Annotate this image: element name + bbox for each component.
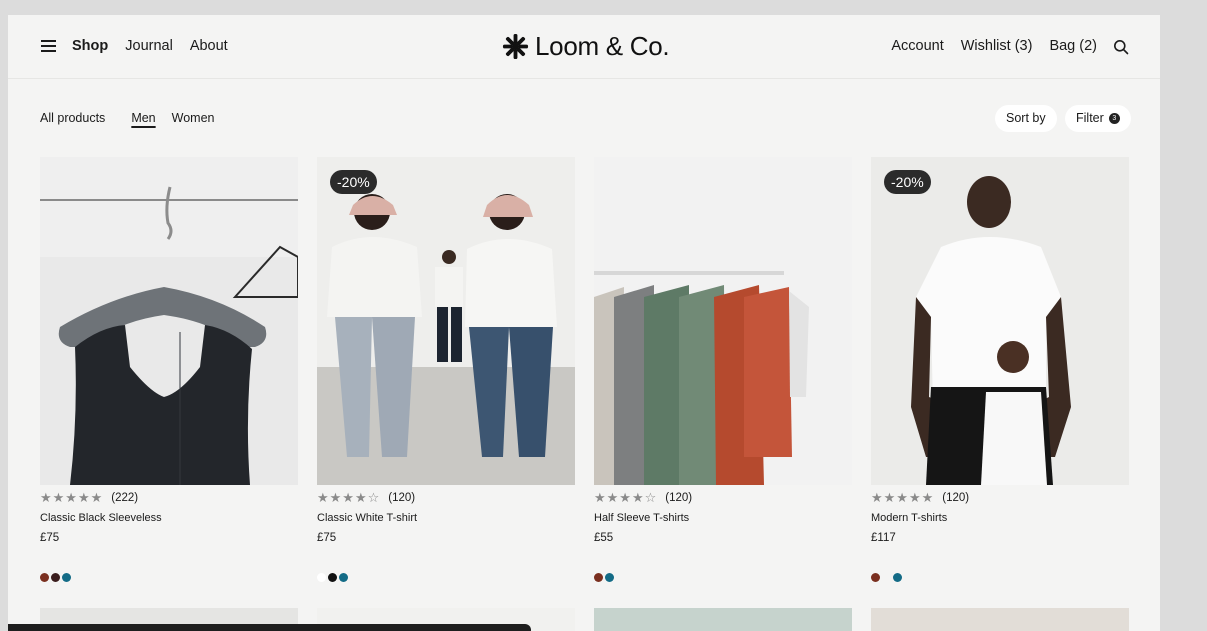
filter-button[interactable]: Filter 3 — [1065, 105, 1131, 132]
product-card[interactable]: ★★★★☆ (120) Half Sleeve T-shirts £55 — [594, 157, 852, 582]
color-swatches — [594, 573, 614, 582]
product-price: £75 — [40, 532, 60, 544]
tab-men[interactable]: Men — [131, 111, 155, 125]
color-swatch-teal[interactable] — [893, 573, 902, 582]
tshirt-rack-photo — [594, 157, 852, 485]
discount-badge: -20% — [884, 170, 931, 194]
discount-badge: -20% — [330, 170, 377, 194]
product-price: £55 — [594, 532, 614, 544]
color-swatch-brown[interactable] — [51, 573, 60, 582]
product-image-row2[interactable] — [871, 608, 1129, 631]
search-icon[interactable] — [1113, 39, 1129, 55]
brand-asterisk-icon — [502, 33, 529, 60]
product-rating: ★★★★☆ (120) — [317, 490, 415, 506]
color-swatch-black[interactable] — [328, 573, 337, 582]
review-count: (120) — [942, 492, 970, 504]
product-price: £117 — [871, 532, 896, 544]
sort-by-label: Sort by — [1006, 111, 1046, 125]
product-image[interactable]: -20% — [317, 157, 575, 485]
rating-stars: ★★★★☆ — [594, 490, 658, 505]
brand-name: Loom & Co. — [535, 31, 670, 61]
product-card[interactable]: ★★★★★ (222) Classic Black Sleeveless £75 — [40, 157, 298, 582]
product-card[interactable]: -20% ★★★★☆ (120) Classic White T-shirt £… — [317, 157, 575, 582]
review-count: (120) — [665, 492, 693, 504]
product-name[interactable]: Modern T-shirts — [871, 512, 947, 524]
rating-stars: ★★★★★ — [40, 490, 104, 505]
account-nav: Account Wishlist (3) Bag (2) — [891, 38, 1097, 54]
sleeveless-top-photo — [40, 157, 298, 485]
product-rating: ★★★★☆ (120) — [594, 490, 692, 506]
color-swatch-teal[interactable] — [605, 573, 614, 582]
hamburger-menu-icon[interactable] — [41, 40, 56, 52]
primary-nav: Shop Journal About — [72, 38, 228, 54]
filter-count-badge: 3 — [1108, 113, 1120, 124]
shop-window: Shop Journal About Loom & Co. Account Wi… — [8, 15, 1160, 631]
white-tshirt-photo — [317, 157, 575, 485]
product-image-row2[interactable] — [594, 608, 852, 631]
color-swatch-rust[interactable] — [871, 573, 880, 582]
product-image[interactable] — [40, 157, 298, 485]
color-swatches — [871, 573, 902, 582]
bottom-overlay-bar — [8, 624, 531, 631]
product-name[interactable]: Classic White T-shirt — [317, 512, 417, 524]
category-tabs: All products Men Women — [40, 111, 240, 125]
review-count: (222) — [111, 492, 139, 504]
color-swatch-rust[interactable] — [40, 573, 49, 582]
color-swatch-teal[interactable] — [62, 573, 71, 582]
color-swatch-white[interactable] — [882, 573, 891, 582]
product-image[interactable]: -20% — [871, 157, 1129, 485]
filter-label: Filter — [1076, 111, 1104, 125]
top-navigation: Shop Journal About Loom & Co. Account Wi… — [8, 15, 1160, 79]
brand-logo[interactable]: Loom & Co. — [502, 31, 670, 62]
sort-by-button[interactable]: Sort by — [995, 105, 1057, 132]
nav-shop-link[interactable]: Shop — [72, 38, 108, 54]
nav-journal-link[interactable]: Journal — [125, 38, 173, 54]
rating-stars: ★★★★☆ — [317, 490, 381, 505]
product-image[interactable] — [594, 157, 852, 485]
product-card[interactable]: -20% ★★★★★ (120) Modern T-shirts £117 — [871, 157, 1129, 582]
wishlist-link[interactable]: Wishlist (3) — [961, 38, 1033, 54]
bag-link[interactable]: Bag (2) — [1049, 38, 1097, 54]
color-swatch-white[interactable] — [317, 573, 326, 582]
product-name[interactable]: Half Sleeve T-shirts — [594, 512, 689, 524]
color-swatches — [40, 573, 71, 582]
product-rating: ★★★★★ (120) — [871, 490, 969, 506]
tab-all-products[interactable]: All products — [40, 111, 105, 125]
modern-tshirt-photo — [871, 157, 1129, 485]
color-swatch-rust[interactable] — [594, 573, 603, 582]
color-swatch-teal[interactable] — [339, 573, 348, 582]
tab-women[interactable]: Women — [172, 111, 215, 125]
product-price: £75 — [317, 532, 337, 544]
account-link[interactable]: Account — [891, 38, 943, 54]
product-name[interactable]: Classic Black Sleeveless — [40, 512, 162, 524]
product-rating: ★★★★★ (222) — [40, 490, 138, 506]
nav-about-link[interactable]: About — [190, 38, 228, 54]
rating-stars: ★★★★★ — [871, 490, 935, 505]
review-count: (120) — [388, 492, 416, 504]
color-swatches — [317, 573, 348, 582]
